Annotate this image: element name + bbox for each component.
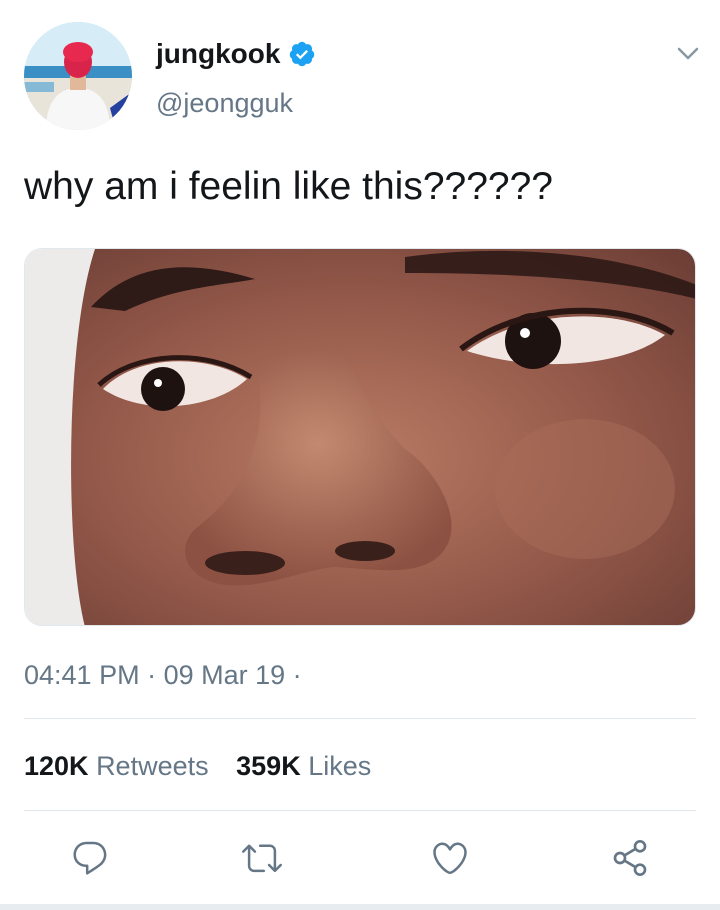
retweets-label: Retweets	[96, 751, 209, 781]
reply-button[interactable]	[66, 834, 114, 882]
name-row[interactable]: jungkook	[156, 36, 316, 72]
chevron-down-icon[interactable]	[672, 40, 704, 66]
heart-icon	[433, 842, 467, 875]
likes-count: 359K	[236, 751, 301, 781]
user-avatar[interactable]	[24, 22, 132, 130]
share-icon	[613, 840, 647, 876]
likes-stat[interactable]: 359K Likes	[236, 751, 371, 781]
verified-badge-icon	[288, 40, 316, 68]
stats-row: 120K Retweets 359K Likes	[24, 748, 391, 784]
photo-closeup-face-image	[25, 249, 695, 625]
action-bar	[0, 834, 720, 882]
tweet-card: jungkook @jeongguk why am i feelin like …	[0, 0, 720, 910]
retweet-button[interactable]	[238, 834, 286, 882]
separator: ·	[139, 660, 164, 690]
like-button[interactable]	[426, 834, 474, 882]
retweet-icon	[242, 844, 282, 873]
likes-label: Likes	[308, 751, 372, 781]
display-name[interactable]: jungkook	[156, 36, 280, 72]
tweet-date[interactable]: 09 Mar 19	[164, 660, 286, 690]
divider	[24, 810, 696, 811]
avatar-image	[24, 22, 132, 130]
reply-icon	[73, 841, 107, 875]
share-button[interactable]	[606, 834, 654, 882]
separator: ·	[285, 660, 302, 690]
divider	[24, 718, 696, 719]
tweet-text: why am i feelin like this??????	[24, 165, 553, 208]
retweets-count: 120K	[24, 751, 89, 781]
tweet-time[interactable]: 04:41 PM	[24, 660, 140, 690]
user-handle[interactable]: @jeongguk	[156, 86, 293, 120]
tweet-media-photo[interactable]	[24, 248, 696, 626]
timestamp-row: 04:41 PM · 09 Mar 19 ·	[24, 658, 302, 692]
bottom-edge	[0, 904, 720, 910]
retweets-stat[interactable]: 120K Retweets	[24, 751, 209, 781]
